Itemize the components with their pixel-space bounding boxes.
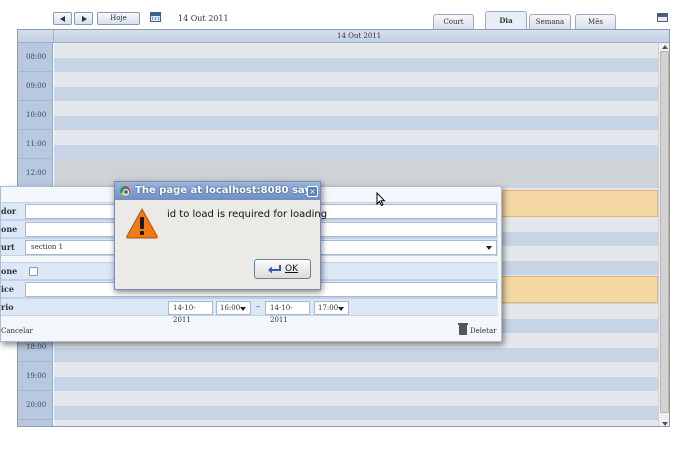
dropdown-arrow-icon [338, 307, 344, 311]
dropdown-arrow-icon [240, 307, 246, 311]
tab-day[interactable]: Dia [485, 11, 527, 29]
scroll-down-icon[interactable] [662, 422, 668, 426]
hour-cell: 19:00 [18, 362, 53, 391]
mini-calendar-icon[interactable] [150, 12, 161, 22]
end-time-value: 17:00 [318, 304, 339, 312]
alert-dialog: The page at localhost:8080 says × id to … [114, 181, 327, 290]
hour-label: 12:00 [26, 169, 47, 177]
ok-button[interactable]: OK [254, 259, 311, 279]
hour-label: 08:00 [26, 53, 47, 61]
today-button[interactable]: Hoje [97, 12, 140, 25]
day-header-label: 14 Out 2011 [337, 32, 382, 40]
form-label: dor [1, 206, 17, 216]
dropdown-arrow-icon [486, 246, 492, 250]
start-time-value: 16:00 [220, 304, 241, 312]
start-date-input[interactable]: 14-10-2011 [168, 301, 213, 324]
delete-link[interactable]: Deletar [470, 327, 496, 335]
dialog-titlebar: The page at localhost:8080 says × [115, 182, 320, 200]
time-slot[interactable] [54, 130, 658, 145]
window-icon[interactable] [657, 13, 668, 22]
form-label: ice [1, 284, 14, 294]
hour-cell: 08:00 [18, 43, 53, 72]
hour-label: 19:00 [26, 372, 47, 380]
date-title: 14 Out 2011 [178, 14, 229, 23]
time-slot[interactable] [54, 43, 658, 58]
form-label: one [1, 266, 18, 276]
end-time-select[interactable]: 17:00 [314, 301, 349, 315]
hour-cell: 20:00 [18, 391, 53, 420]
time-slot[interactable] [54, 391, 658, 406]
time-slot[interactable] [54, 362, 658, 377]
tab-month[interactable]: Mês [575, 14, 616, 29]
arrow-left-icon [60, 16, 65, 22]
previous-button[interactable] [53, 12, 72, 25]
header-divider [53, 30, 54, 43]
hour-cell: 11:00 [18, 130, 53, 159]
time-slot[interactable] [54, 115, 658, 130]
mouse-cursor-icon [376, 192, 386, 206]
hour-label: 11:00 [26, 140, 47, 148]
time-separator: – [256, 302, 260, 311]
checkbox[interactable] [29, 267, 38, 276]
form-row: rio 14-10-2011 16:00 – 14-10-2011 17:00 [1, 298, 498, 324]
tab-court[interactable]: Court [433, 14, 474, 29]
day-header: 14 Out 2011 [18, 30, 669, 43]
time-slot[interactable] [54, 376, 658, 391]
hour-cell: 12:00 [18, 159, 53, 188]
dialog-title: The page at localhost:8080 says [135, 185, 317, 196]
hour-label: 09:00 [26, 82, 47, 90]
time-slot[interactable] [54, 420, 658, 426]
court-select-value: section 1 [31, 243, 64, 251]
arrow-right-icon [82, 16, 87, 22]
next-button[interactable] [74, 12, 93, 25]
form-label: urt [1, 242, 15, 252]
end-date-input[interactable]: 14-10-2011 [265, 301, 310, 324]
return-arrow-icon [268, 265, 281, 274]
dialog-message: id to load is required for loading [167, 209, 328, 220]
form-label: rio [1, 302, 14, 312]
start-time-select[interactable]: 16:00 [216, 301, 251, 315]
hour-label: 18:00 [26, 343, 47, 351]
time-slot[interactable] [54, 101, 658, 116]
hour-cell: 10:00 [18, 101, 53, 130]
trash-icon[interactable] [458, 323, 468, 335]
vertical-scrollbar[interactable] [658, 43, 669, 426]
tab-week[interactable]: Semana [529, 14, 571, 29]
hour-label: 10:00 [26, 111, 47, 119]
chrome-icon [120, 186, 130, 196]
scrollbar-thumb[interactable] [660, 51, 669, 413]
time-slot[interactable] [54, 347, 658, 362]
toolbar: Hoje 14 Out 2011 Court Dia Semana Mês [0, 0, 690, 30]
warning-icon [126, 207, 158, 239]
time-slot[interactable] [54, 405, 658, 420]
scroll-up-icon[interactable] [662, 45, 668, 49]
time-slot[interactable] [54, 72, 658, 87]
ok-button-label: OK [285, 264, 298, 274]
form-label: one [1, 224, 18, 234]
cancel-link[interactable]: Cancelar [1, 327, 33, 335]
time-slot[interactable] [54, 144, 658, 159]
time-slot[interactable] [54, 86, 658, 101]
hour-cell: 09:00 [18, 72, 53, 101]
hour-label: 20:00 [26, 401, 47, 409]
close-button[interactable]: × [307, 186, 318, 197]
time-slot[interactable] [54, 57, 658, 72]
